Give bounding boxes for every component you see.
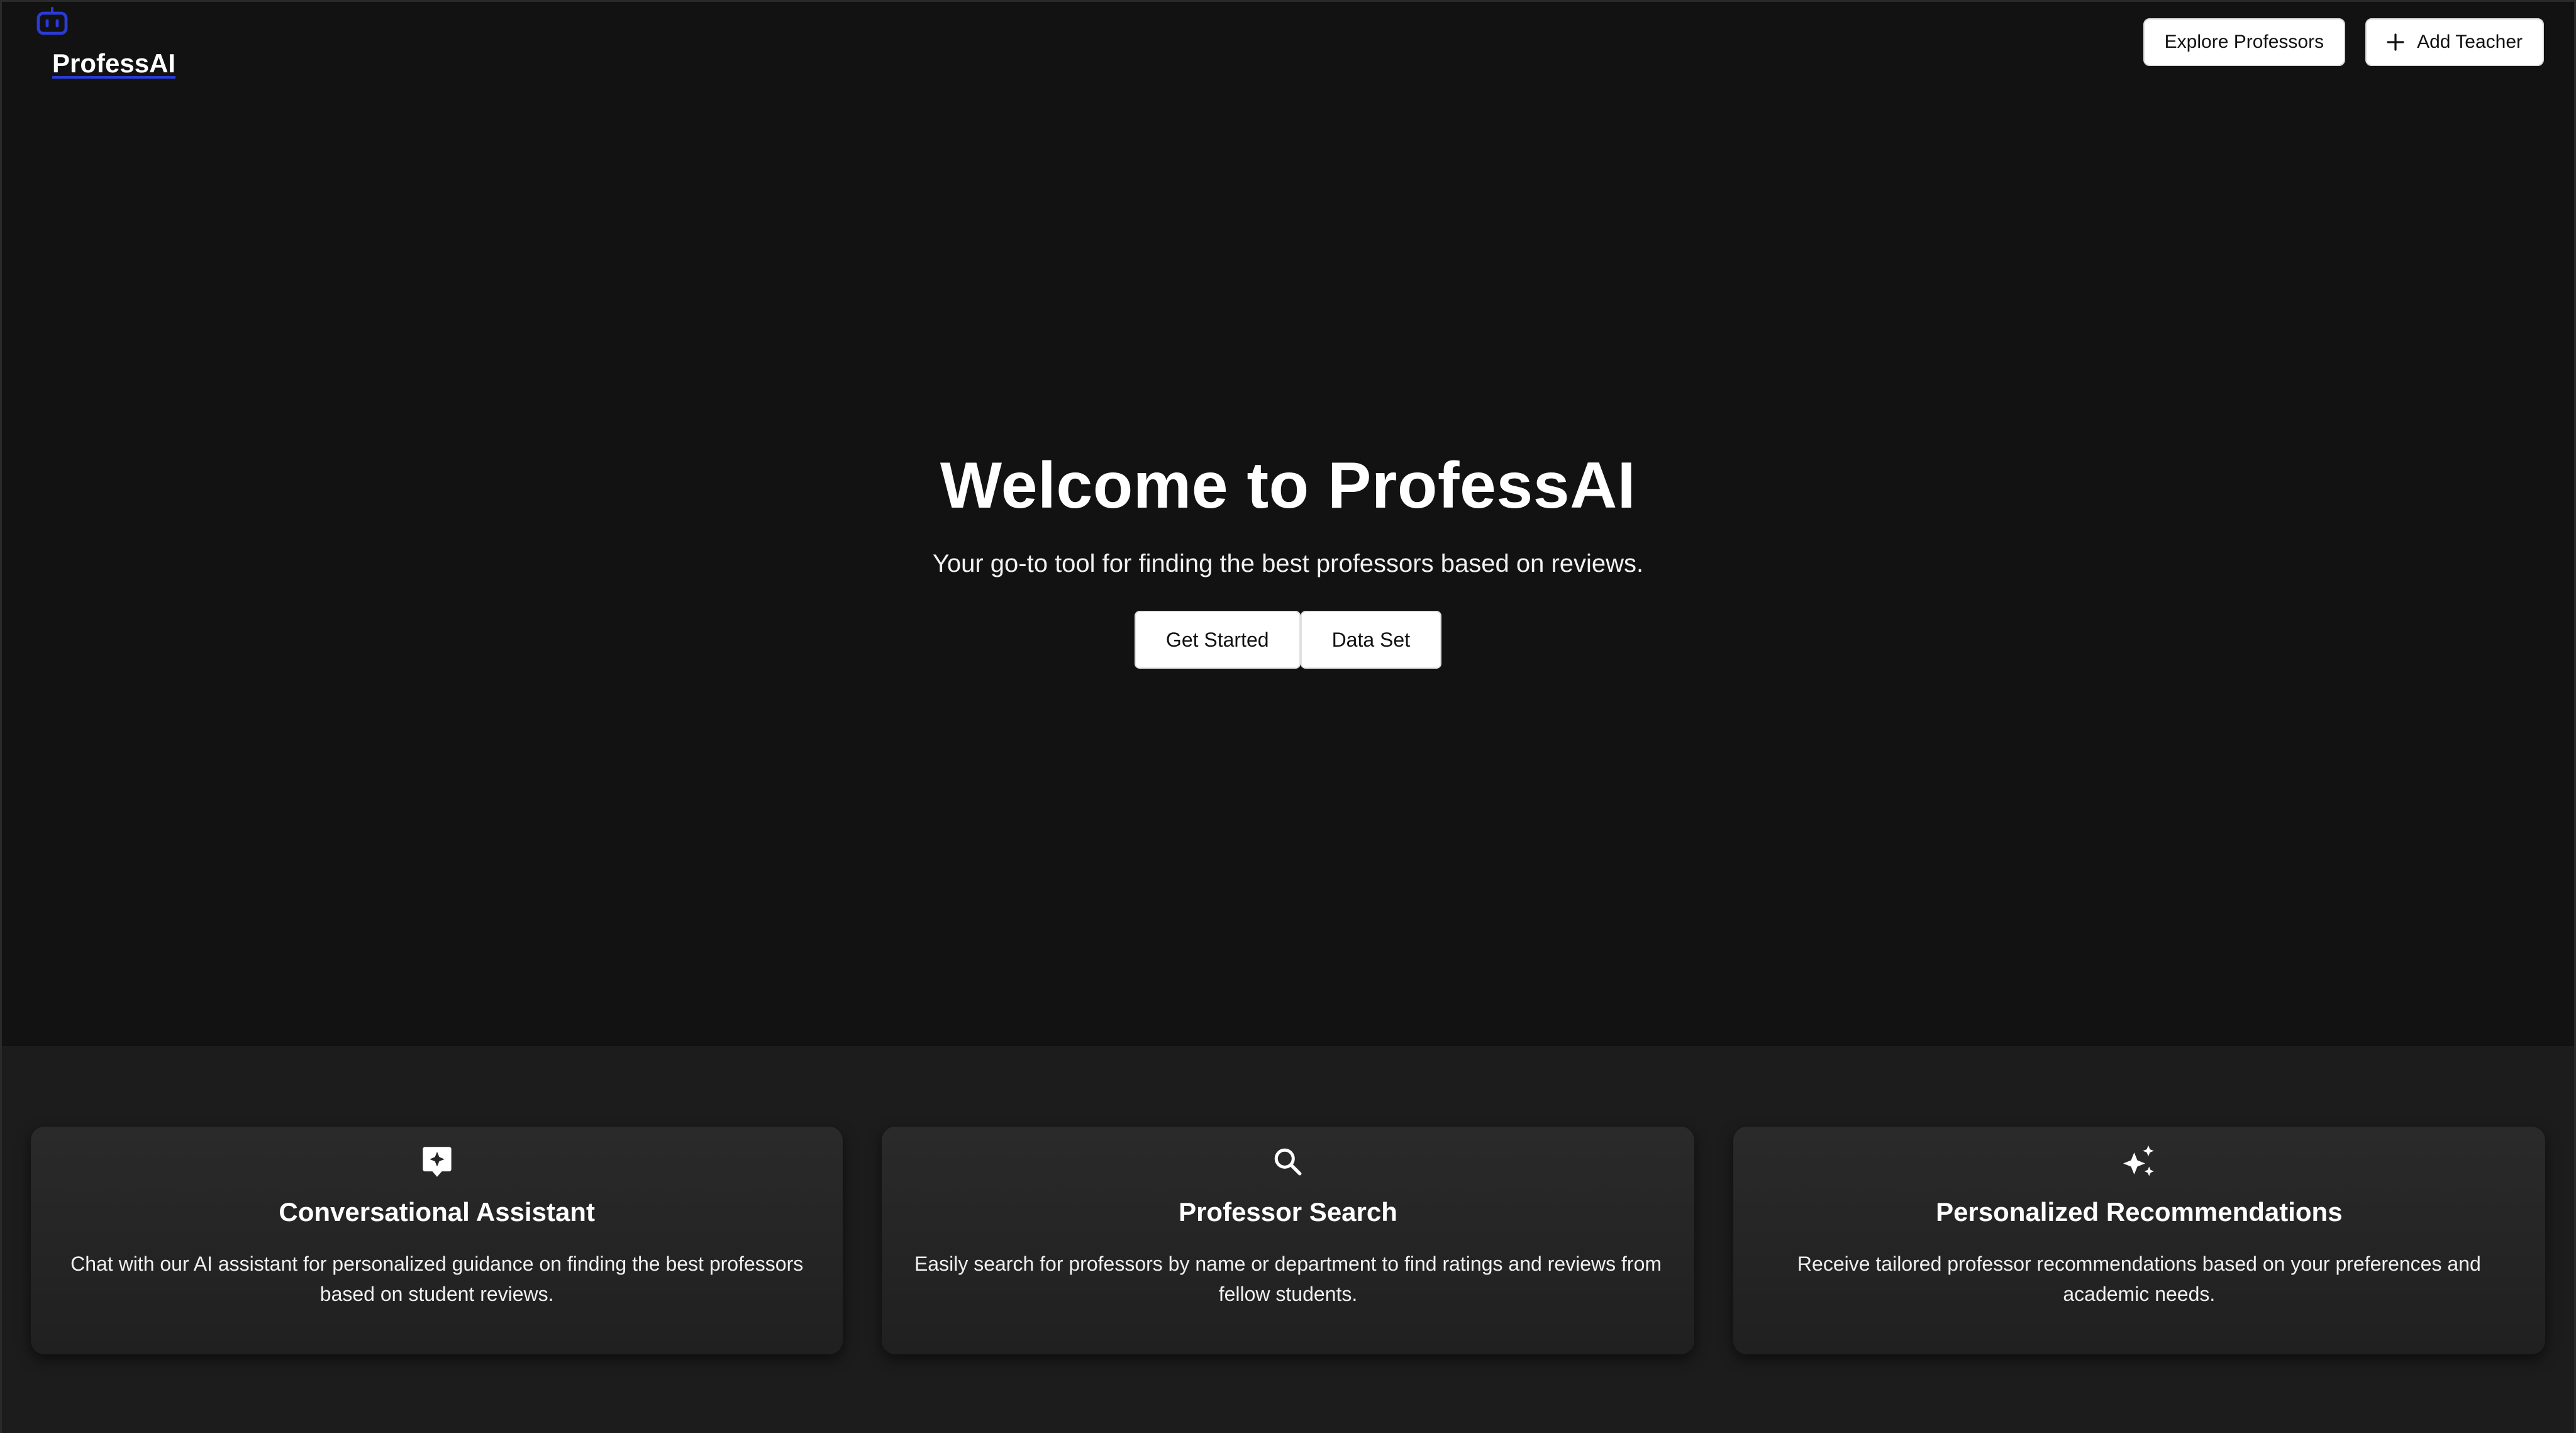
feature-card-personalized-recommendations: Personalized Recommendations Receive tai… (1733, 1127, 2545, 1354)
add-teacher-button[interactable]: Add Teacher (2365, 18, 2544, 66)
plus-icon (2387, 33, 2404, 51)
features-section: Conversational Assistant Chat with our A… (2, 1046, 2574, 1433)
feature-description: Easily search for professors by name or … (914, 1252, 1662, 1305)
hero-subtitle: Your go-to tool for finding the best pro… (932, 550, 1644, 577)
add-teacher-label: Add Teacher (2417, 31, 2523, 52)
hero-actions: Get Started Data Set (1134, 611, 1442, 669)
robot-icon (36, 7, 68, 35)
feature-description: Receive tailored professor recommendatio… (1797, 1252, 2481, 1305)
sparkles-icon (2120, 1143, 2158, 1181)
page: Welcome to ProfessAI Your go-to tool for… (0, 0, 2576, 1433)
feature-title: Conversational Assistant (279, 1197, 595, 1227)
brand-link[interactable]: ProfessAI (33, 6, 175, 79)
header: ProfessAI Explore Professors Add Teacher (2, 2, 2574, 90)
feature-title: Personalized Recommendations (1936, 1197, 2343, 1227)
top-nav: Explore Professors Add Teacher (2143, 18, 2544, 66)
chat-sparkle-icon (418, 1143, 456, 1181)
feature-description: Chat with our AI assistant for personali… (70, 1252, 804, 1305)
explore-professors-label: Explore Professors (2164, 31, 2324, 52)
feature-card-conversational-assistant: Conversational Assistant Chat with our A… (31, 1127, 843, 1354)
data-set-button[interactable]: Data Set (1300, 611, 1442, 669)
feature-title: Professor Search (1179, 1197, 1397, 1227)
brand-name: ProfessAI (52, 48, 176, 78)
feature-card-professor-search: Professor Search Easily search for profe… (882, 1127, 1694, 1354)
hero-title: Welcome to ProfessAI (940, 449, 1636, 522)
search-icon (1269, 1143, 1307, 1181)
get-started-button[interactable]: Get Started (1134, 611, 1301, 669)
explore-professors-button[interactable]: Explore Professors (2143, 18, 2346, 66)
hero-section: Welcome to ProfessAI Your go-to tool for… (2, 2, 2574, 1046)
